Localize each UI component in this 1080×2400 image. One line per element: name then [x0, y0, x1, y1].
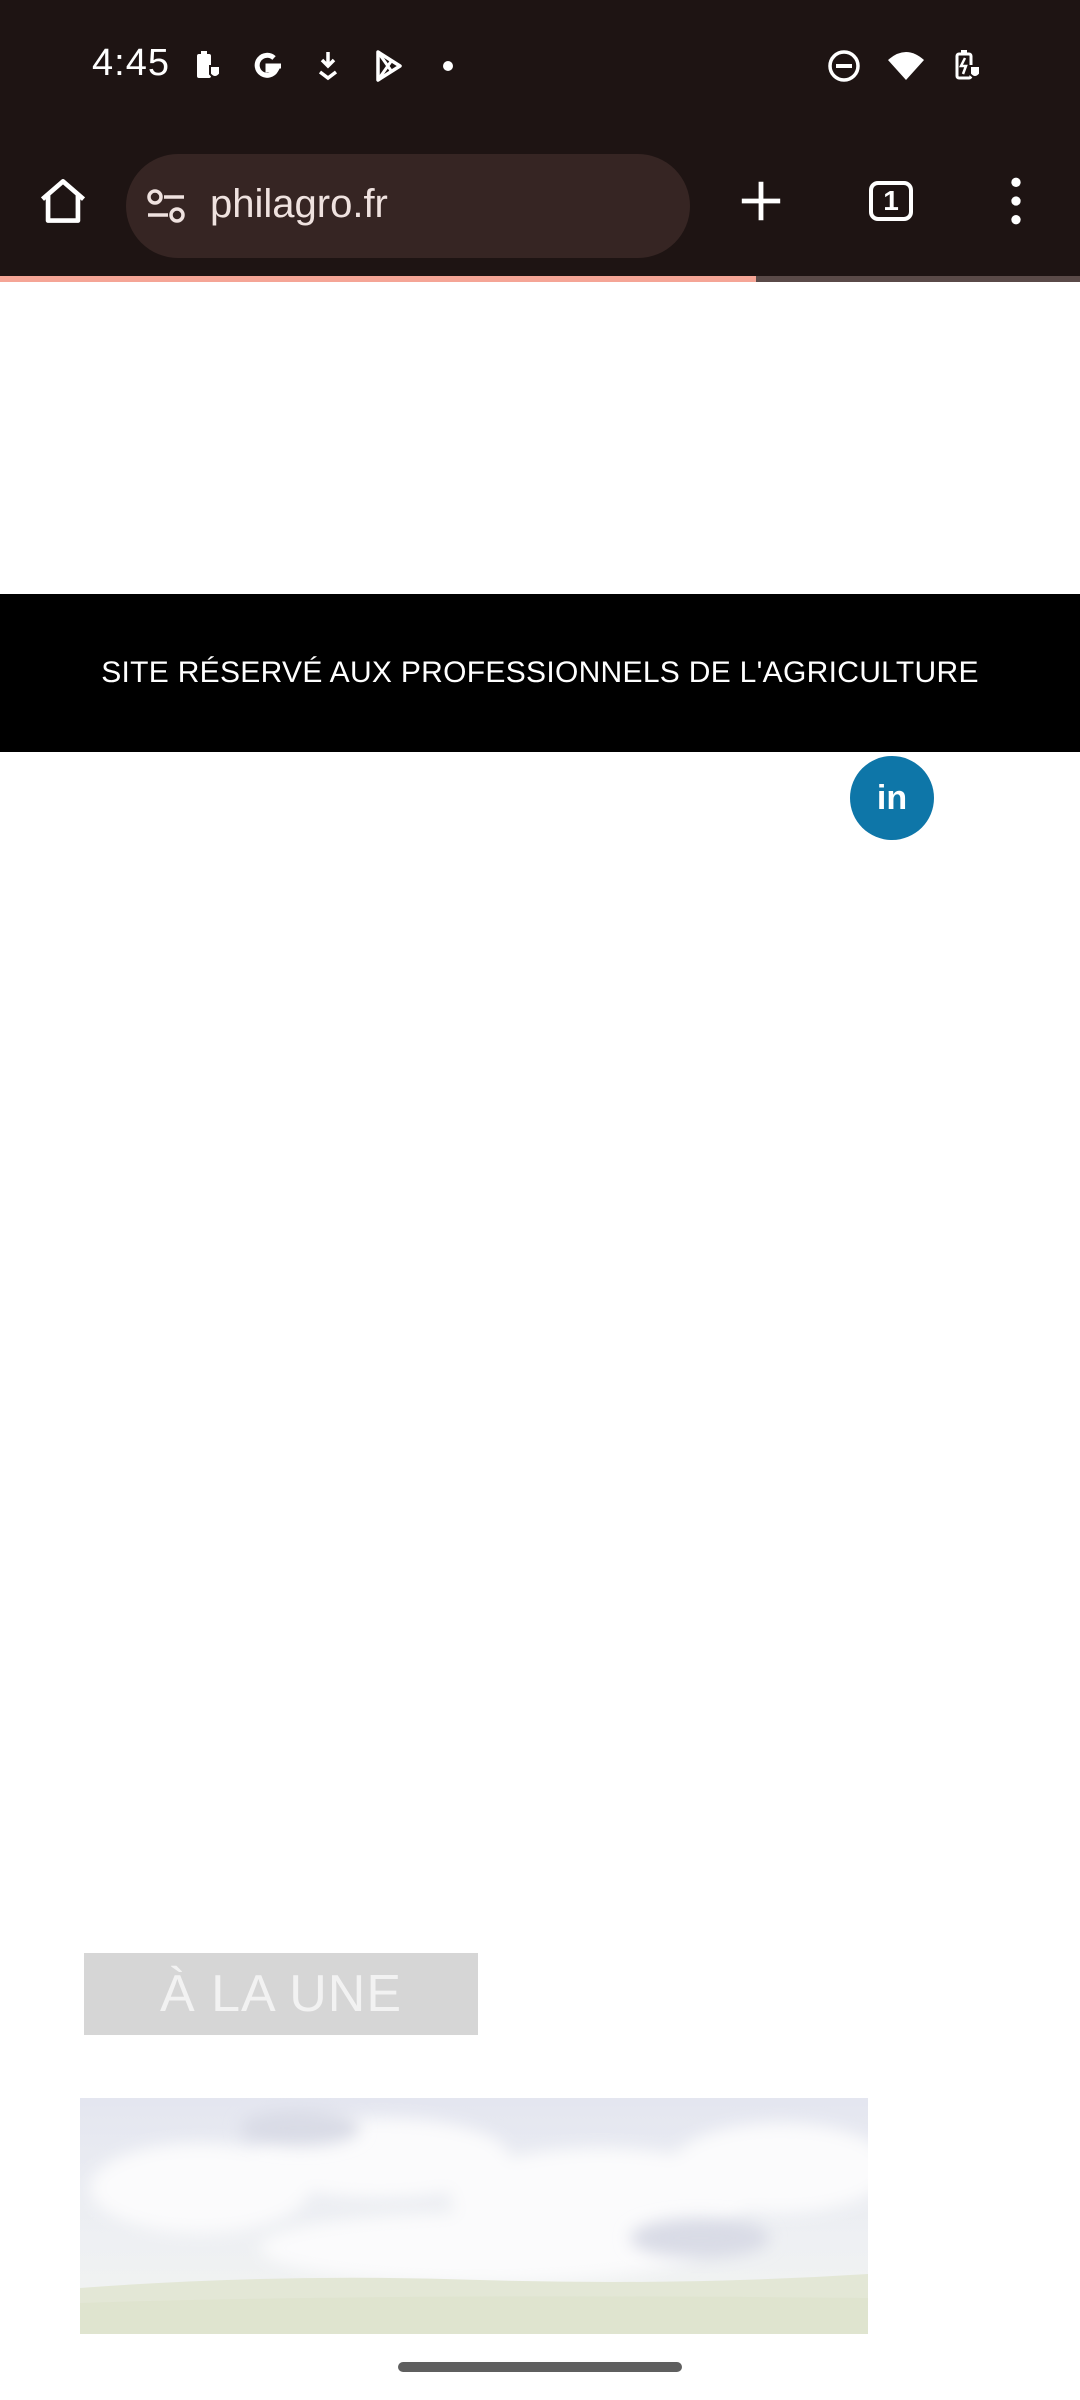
home-button[interactable]	[30, 168, 96, 234]
browser-toolbar: philagro.fr 1	[0, 136, 1080, 278]
site-settings-icon[interactable]	[144, 184, 188, 228]
url-text: philagro.fr	[210, 182, 388, 226]
system-icons	[824, 46, 988, 86]
gesture-nav-handle[interactable]	[398, 2362, 682, 2372]
address-bar[interactable]: philagro.fr	[126, 154, 690, 258]
status-bar: 4:45	[0, 0, 1080, 136]
new-tab-button[interactable]	[728, 168, 794, 234]
tab-switcher-button[interactable]: 1	[858, 168, 924, 234]
professional-notice-banner: SITE RÉSERVÉ AUX PROFESSIONNELS DE L'AGR…	[0, 594, 1080, 752]
google-icon	[248, 46, 288, 86]
status-time: 4:45	[92, 42, 170, 84]
phone-screen: 4:45 philagro.fr 1 SITE RÉSERVÉ AUX PROF…	[0, 0, 1080, 2400]
plus-icon	[741, 181, 781, 221]
more-vert-icon	[1011, 177, 1021, 225]
featured-image[interactable]	[80, 2098, 868, 2334]
notification-icons	[188, 46, 468, 86]
page-load-progress	[0, 276, 1080, 282]
linkedin-icon[interactable]: in	[850, 756, 934, 840]
download-icon	[308, 46, 348, 86]
section-tag-label: À LA UNE	[159, 1965, 403, 2023]
do-not-disturb-icon	[824, 46, 864, 86]
section-tag: À LA UNE	[84, 1953, 478, 2035]
tab-count: 1	[869, 181, 913, 221]
battery-saver-icon	[188, 46, 228, 86]
home-icon	[40, 179, 86, 223]
battery-charging-icon	[948, 46, 988, 86]
wifi-icon	[886, 46, 926, 86]
more-menu-button[interactable]	[986, 168, 1046, 234]
banner-text: SITE RÉSERVÉ AUX PROFESSIONNELS DE L'AGR…	[101, 656, 979, 689]
play-store-icon	[368, 46, 408, 86]
sky-landscape-image	[80, 2098, 868, 2334]
page-load-progress-fill	[0, 276, 756, 282]
dot-icon	[428, 46, 468, 86]
